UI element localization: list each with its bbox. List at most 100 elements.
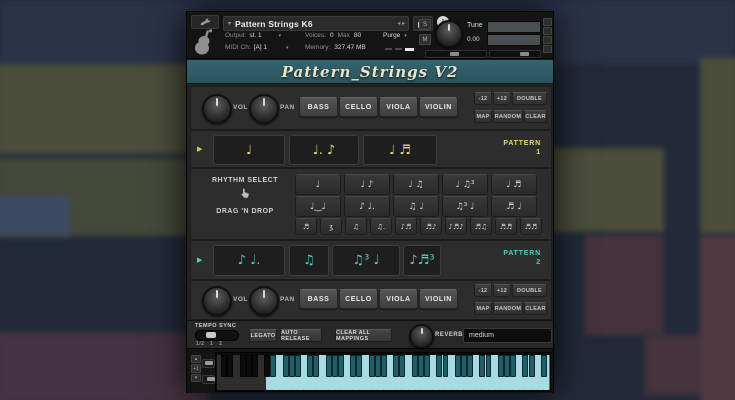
pattern1-vol-knob[interactable] bbox=[202, 94, 232, 124]
rhythm-r2c3[interactable]: ♫ ♩ bbox=[393, 196, 439, 217]
piano-black-key[interactable] bbox=[412, 355, 418, 377]
piano-black-key[interactable] bbox=[289, 355, 295, 377]
tempo-sync-slider[interactable] bbox=[195, 330, 239, 341]
pattern1-slot-2[interactable]: ♩. ♪ bbox=[289, 135, 359, 165]
rhythm-r1c3[interactable]: ♩ ♫ bbox=[393, 174, 439, 195]
piano-black-key[interactable] bbox=[307, 355, 313, 377]
piano-black-key[interactable] bbox=[356, 355, 362, 377]
clear-all-mappings-button[interactable]: CLEAR ALL MAPPINGS bbox=[335, 329, 392, 342]
keyboard-octave-down-button[interactable]: ▾ bbox=[191, 374, 201, 382]
pattern1-viola-button[interactable]: VIOLA bbox=[379, 97, 418, 117]
output-dropdown-icon[interactable]: ▾ bbox=[279, 33, 282, 39]
piano-keyboard[interactable] bbox=[215, 352, 551, 392]
keyboard-keys[interactable] bbox=[217, 355, 549, 390]
piano-black-key[interactable] bbox=[350, 355, 356, 377]
title-dropdown-icon[interactable]: ▾ bbox=[228, 20, 231, 27]
rhythm-r3c9[interactable]: ♬♬ bbox=[495, 218, 517, 235]
piano-black-key[interactable] bbox=[467, 355, 473, 377]
pattern1-transpose-down-button[interactable]: -12 bbox=[474, 92, 492, 105]
rhythm-r2c4[interactable]: ♫³ ♩ bbox=[442, 196, 488, 217]
pattern2-viola-button[interactable]: VIOLA bbox=[379, 289, 418, 309]
rhythm-r3c2[interactable]: ʒ bbox=[320, 218, 342, 235]
piano-black-key[interactable] bbox=[240, 355, 246, 377]
rhythm-r3c8[interactable]: ♬♫ bbox=[470, 218, 492, 235]
pattern2-bass-button[interactable]: BASS bbox=[299, 289, 338, 309]
pattern1-cello-button[interactable]: CELLO bbox=[339, 97, 378, 117]
pattern2-violin-button[interactable]: VIOLIN bbox=[419, 289, 458, 309]
pitch-wheel[interactable] bbox=[202, 359, 215, 368]
tune-knob[interactable] bbox=[435, 20, 463, 48]
pattern1-clear-button[interactable]: CLEAR bbox=[524, 110, 547, 123]
rhythm-r3c6[interactable]: ♬♪ bbox=[420, 218, 442, 235]
pattern1-map-button[interactable]: MAP bbox=[474, 110, 492, 123]
piano-black-key[interactable] bbox=[424, 355, 430, 377]
piano-black-key[interactable] bbox=[381, 355, 387, 377]
piano-black-key[interactable] bbox=[252, 355, 258, 377]
rhythm-r1c5[interactable]: ♩ ♬ bbox=[491, 174, 537, 195]
piano-black-key[interactable] bbox=[393, 355, 399, 377]
pattern1-slot-3[interactable]: ♩ ♬ bbox=[363, 135, 437, 165]
piano-black-key[interactable] bbox=[283, 355, 289, 377]
rhythm-r1c2[interactable]: ♩ ♪ bbox=[344, 174, 390, 195]
purge-dropdown-icon[interactable]: ▾ bbox=[404, 33, 407, 39]
piano-black-key[interactable] bbox=[455, 355, 461, 377]
header-aux-button-2[interactable] bbox=[543, 27, 552, 35]
reverb-preset-dropdown[interactable]: medium bbox=[463, 328, 552, 343]
rhythm-r3c7[interactable]: ♪♬♪ bbox=[445, 218, 467, 235]
pattern1-bass-button[interactable]: BASS bbox=[299, 97, 338, 117]
piano-black-key[interactable] bbox=[332, 355, 338, 377]
pattern1-random-button[interactable]: RANDOM bbox=[493, 110, 523, 123]
pattern2-slot-2[interactable]: ♫ bbox=[289, 245, 329, 276]
pattern2-random-button[interactable]: RANDOM bbox=[493, 302, 523, 315]
piano-black-key[interactable] bbox=[369, 355, 375, 377]
instrument-title-bar[interactable]: ▾ Pattern Strings K6 ◂ ▸ bbox=[223, 16, 409, 31]
piano-black-key[interactable] bbox=[270, 355, 276, 377]
mod-wheel[interactable] bbox=[202, 375, 215, 384]
wrench-button[interactable] bbox=[191, 15, 219, 29]
piano-black-key[interactable] bbox=[338, 355, 344, 377]
pattern1-pan-knob[interactable] bbox=[249, 94, 279, 124]
purge-menu[interactable]: Purge ▾ bbox=[383, 32, 407, 39]
rhythm-r2c1[interactable]: ♩‿♩ bbox=[295, 196, 341, 217]
piano-black-key[interactable] bbox=[313, 355, 319, 377]
piano-black-key[interactable] bbox=[486, 355, 492, 377]
piano-black-key[interactable] bbox=[227, 355, 233, 377]
pattern1-double-button[interactable]: DOUBLE bbox=[512, 92, 547, 105]
header-aux-button-1[interactable] bbox=[543, 18, 552, 26]
piano-black-key[interactable] bbox=[510, 355, 516, 377]
rhythm-r1c1[interactable]: ♩ bbox=[295, 174, 341, 195]
piano-black-key[interactable] bbox=[418, 355, 424, 377]
rhythm-r3c3[interactable]: ♫ bbox=[345, 218, 367, 235]
piano-black-key[interactable] bbox=[522, 355, 528, 377]
mute-button[interactable]: M bbox=[419, 34, 431, 45]
pattern2-play-icon[interactable]: ▶ bbox=[197, 256, 202, 264]
pattern2-transpose-up-button[interactable]: +12 bbox=[493, 284, 511, 297]
solo-button[interactable]: S bbox=[419, 19, 431, 30]
piano-black-key[interactable] bbox=[436, 355, 442, 377]
pattern1-play-icon[interactable]: ▶ bbox=[197, 145, 202, 153]
rhythm-r3c5[interactable]: ♪♬ bbox=[395, 218, 417, 235]
header-slider-left[interactable] bbox=[425, 50, 487, 58]
auto-release-button[interactable]: AUTO RELEASE bbox=[280, 329, 322, 342]
piano-black-key[interactable] bbox=[221, 355, 227, 377]
legato-button[interactable]: LEGATO bbox=[249, 329, 277, 342]
header-aux-button-4[interactable] bbox=[543, 45, 552, 53]
pattern2-slot-1[interactable]: ♪ ♩. bbox=[213, 245, 285, 276]
piano-black-key[interactable] bbox=[529, 355, 535, 377]
pattern1-violin-button[interactable]: VIOLIN bbox=[419, 97, 458, 117]
piano-black-key[interactable] bbox=[246, 355, 252, 377]
pattern2-double-button[interactable]: DOUBLE bbox=[512, 284, 547, 297]
reverb-knob[interactable] bbox=[409, 324, 434, 349]
pattern2-clear-button[interactable]: CLEAR bbox=[524, 302, 547, 315]
piano-black-key[interactable] bbox=[295, 355, 301, 377]
pattern2-slot-3[interactable]: ♫³ ♩ bbox=[332, 245, 400, 276]
rhythm-r3c4[interactable]: ♫. bbox=[370, 218, 392, 235]
keyboard-octave-up-button[interactable]: ▴ bbox=[191, 355, 201, 363]
piano-black-key[interactable] bbox=[461, 355, 467, 377]
next-instrument-icon[interactable]: ▸ bbox=[402, 21, 405, 27]
pattern2-vol-knob[interactable] bbox=[202, 286, 232, 316]
midi-dropdown-icon[interactable]: ▾ bbox=[286, 45, 289, 51]
rhythm-r1c4[interactable]: ♩ ♫³ bbox=[442, 174, 488, 195]
midi-field[interactable]: MIDI Ch: [A] 1 ▾ bbox=[225, 44, 289, 51]
pattern2-cello-button[interactable]: CELLO bbox=[339, 289, 378, 309]
